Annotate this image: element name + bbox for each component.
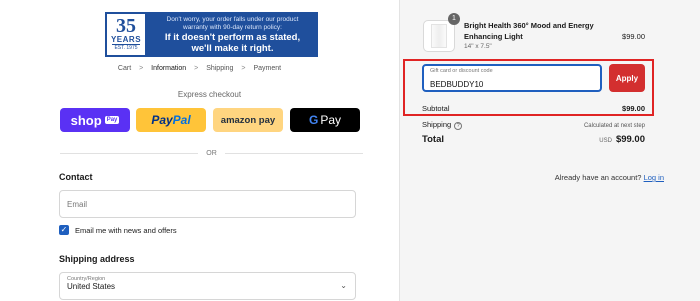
shipping-row: Shipping? Calculated at next step bbox=[422, 120, 645, 130]
newsletter-option[interactable]: ✓ Email me with news and offers bbox=[59, 225, 177, 235]
discount-code-field[interactable]: Gift card or discount code bbox=[422, 64, 602, 92]
amazon-pay-wordmark: amazon pay bbox=[220, 114, 276, 126]
badge-number: 35 bbox=[116, 15, 136, 37]
total-value: $99.00 bbox=[615, 134, 645, 145]
breadcrumb-cart[interactable]: Cart bbox=[118, 65, 131, 72]
banner-message: Don't worry, your order falls under our … bbox=[147, 16, 318, 54]
banner-line-4: we'll make it right. bbox=[191, 42, 274, 54]
or-text: OR bbox=[206, 149, 217, 157]
breadcrumb-shipping: Shipping bbox=[206, 65, 234, 72]
login-link[interactable]: Log in bbox=[644, 173, 664, 182]
country-select[interactable]: Country/Region United States ⌄ bbox=[59, 272, 356, 300]
shipping-label-group: Shipping? bbox=[422, 120, 463, 130]
total-amount: USD $99.00 bbox=[599, 134, 645, 145]
badge-years: YEARS bbox=[110, 35, 142, 44]
breadcrumb-separator: > bbox=[241, 65, 246, 72]
total-label: Total bbox=[422, 134, 444, 145]
total-currency: USD bbox=[599, 138, 612, 144]
warranty-banner: 35 YEARS EST. 1975 Don't worry, your ord… bbox=[105, 12, 318, 57]
product-thumbnail bbox=[423, 20, 455, 52]
shipping-address-heading: Shipping address bbox=[59, 254, 135, 264]
apply-button[interactable]: Apply bbox=[609, 64, 645, 92]
breadcrumb-separator: > bbox=[194, 65, 199, 72]
paypal-button[interactable]: Pay Pal bbox=[136, 108, 206, 132]
paypal-wordmark-pal: Pal bbox=[172, 113, 191, 127]
discount-input[interactable] bbox=[430, 80, 594, 89]
badge-established: EST. 1975 bbox=[112, 44, 140, 51]
express-checkout-label: Express checkout bbox=[177, 90, 242, 99]
product-image bbox=[431, 24, 447, 48]
or-divider: OR bbox=[60, 148, 363, 158]
anniversary-badge: 35 YEARS EST. 1975 bbox=[105, 12, 147, 57]
newsletter-label: Email me with news and offers bbox=[75, 225, 177, 235]
newsletter-checkbox[interactable]: ✓ bbox=[59, 225, 69, 235]
divider-line bbox=[60, 152, 199, 154]
shop-pay-wordmark: shop bbox=[70, 112, 102, 128]
quantity-badge: 1 bbox=[448, 13, 460, 25]
paypal-wordmark-pay: Pay bbox=[151, 113, 173, 127]
country-value: United States bbox=[67, 282, 116, 291]
discount-label: Gift card or discount code bbox=[430, 68, 493, 74]
breadcrumb-information: Information bbox=[151, 65, 187, 72]
banner-line-2: warranty with 90-day return policy: bbox=[183, 23, 282, 31]
account-prompt-text: Already have an account? bbox=[554, 173, 642, 182]
shop-pay-badge: Pay bbox=[104, 116, 120, 124]
shipping-label: Shipping bbox=[422, 120, 452, 129]
breadcrumb: Cart > Information > Shipping > Payment bbox=[0, 65, 399, 72]
breadcrumb-separator: > bbox=[139, 65, 144, 72]
divider-line bbox=[224, 152, 363, 154]
google-pay-button[interactable]: G Pay bbox=[290, 108, 360, 132]
contact-heading: Contact bbox=[59, 172, 93, 182]
chevron-down-icon: ⌄ bbox=[340, 281, 347, 290]
product-variant: 14" x 7.5" bbox=[464, 43, 492, 50]
banner-line-3: If it doesn't perform as stated, bbox=[164, 31, 301, 43]
product-price: $99.00 bbox=[622, 32, 645, 41]
banner-line-1: Don't worry, your order falls under our … bbox=[166, 15, 299, 23]
help-icon[interactable]: ? bbox=[454, 122, 463, 130]
subtotal-value: $99.00 bbox=[622, 104, 645, 113]
breadcrumb-payment: Payment bbox=[253, 65, 282, 72]
subtotal-label: Subtotal bbox=[422, 104, 450, 113]
account-prompt: Already have an account? Log in bbox=[555, 173, 664, 182]
google-g-icon: G bbox=[308, 113, 319, 127]
subtotal-row: Subtotal $99.00 bbox=[422, 104, 645, 113]
shipping-value: Calculated at next step bbox=[583, 123, 645, 129]
product-name: Bright Health 360° Mood and Energy Enhan… bbox=[464, 21, 594, 41]
email-field[interactable] bbox=[59, 190, 356, 218]
email-input[interactable] bbox=[60, 191, 355, 217]
total-row: Total USD $99.00 bbox=[422, 134, 645, 145]
google-pay-wordmark: Pay bbox=[320, 113, 342, 127]
amazon-pay-button[interactable]: amazon pay bbox=[213, 108, 283, 132]
shop-pay-button[interactable]: shop Pay bbox=[60, 108, 130, 132]
